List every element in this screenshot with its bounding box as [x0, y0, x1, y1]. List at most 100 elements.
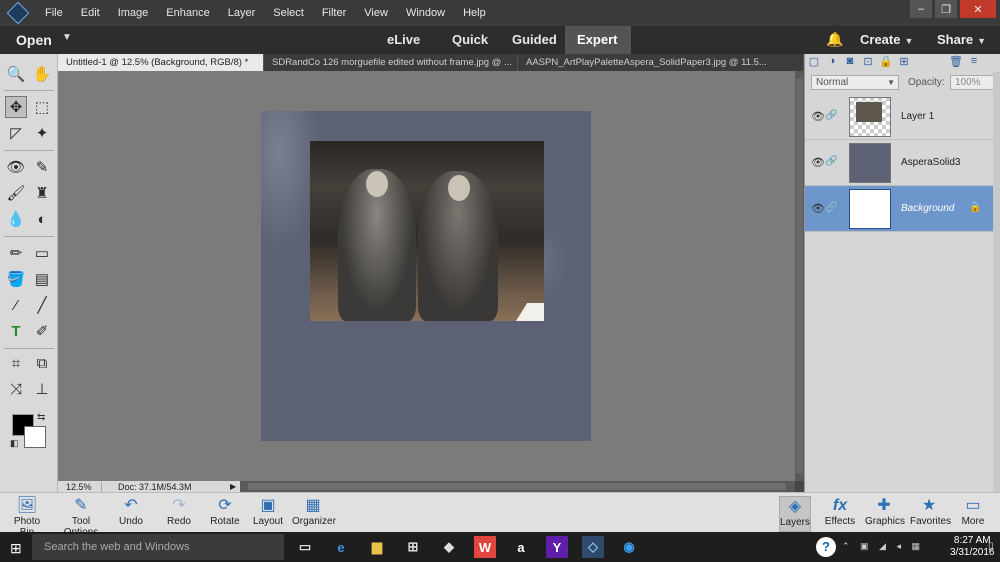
menu-file[interactable]: File	[36, 7, 72, 19]
edge-browser-icon[interactable]: e	[330, 536, 352, 558]
eraser-tool-icon[interactable]: ▭	[31, 242, 53, 264]
visibility-eye-icon[interactable]: 👁	[811, 202, 825, 215]
open-button[interactable]: Open	[16, 32, 52, 48]
favorites-button[interactable]: ★ Favorites	[910, 496, 951, 532]
photoshop-elements-taskbar-icon[interactable]: ◇	[582, 536, 604, 558]
canvas-area[interactable]	[58, 71, 795, 481]
layer-row-selected[interactable]: 👁 🔗 Background 🔒	[805, 186, 993, 232]
menu-help[interactable]: Help	[454, 7, 495, 19]
opacity-field[interactable]: 100%	[950, 75, 994, 90]
straighten-tool-icon[interactable]: ⊥	[31, 378, 53, 400]
spot-healing-icon[interactable]: ✎	[31, 156, 53, 178]
blur-tool-icon[interactable]: 💧	[5, 208, 27, 230]
layer-row[interactable]: 👁 🔗 AsperaSolid3	[805, 140, 993, 186]
menu-window[interactable]: Window	[397, 7, 454, 19]
lock-all-icon[interactable]: 🔒	[877, 55, 895, 71]
add-mask-icon[interactable]: ◙	[841, 55, 859, 71]
link-layers-icon[interactable]: ⊞	[895, 55, 913, 71]
brush-tool-icon[interactable]: ✏	[5, 242, 27, 264]
windows-start-icon[interactable]: ⊞	[10, 540, 22, 557]
adjustment-layer-icon[interactable]: ◑	[823, 55, 841, 71]
hand-tool-icon[interactable]: ✋	[31, 63, 53, 85]
graphics-button[interactable]: ✚ Graphics	[865, 496, 905, 532]
smart-brush-icon[interactable]: 🖌	[5, 182, 27, 204]
magic-wand-icon[interactable]: ✦	[31, 122, 53, 144]
minimize-button[interactable]: –	[910, 0, 932, 18]
undo-button[interactable]: ↶ Undo	[116, 496, 146, 532]
file-explorer-icon[interactable]: ▆	[366, 536, 388, 558]
gradient-tool-icon[interactable]: ▤	[31, 268, 53, 290]
status-menu-icon[interactable]: ▶	[230, 482, 240, 491]
layer-link-icon[interactable]: 🔗	[825, 202, 837, 213]
amazon-icon[interactable]: a	[510, 536, 532, 558]
clone-stamp-icon[interactable]: ♜	[31, 182, 53, 204]
blend-mode-select[interactable]: Normal ▼	[811, 75, 899, 90]
layer-row[interactable]: 👁 🔗 Layer 1	[805, 94, 993, 140]
visibility-eye-icon[interactable]: 👁	[811, 110, 825, 123]
red-eye-tool-icon[interactable]: 👁	[5, 156, 27, 178]
task-view-icon[interactable]: ▭	[294, 536, 316, 558]
mode-tab-expert[interactable]: Expert	[565, 26, 631, 54]
dropbox-icon[interactable]: ◆	[438, 536, 460, 558]
mode-tab-elive[interactable]: eLive	[375, 26, 432, 54]
layer-link-icon[interactable]: 🔗	[825, 156, 837, 167]
layer-lock-icon[interactable]: 🔒	[969, 202, 981, 213]
layers-button[interactable]: ◈ Layers	[779, 496, 811, 532]
sponge-tool-icon[interactable]: ◐	[31, 208, 53, 230]
yahoo-icon[interactable]: Y	[546, 536, 568, 558]
background-color-swatch[interactable]	[24, 426, 46, 448]
close-button[interactable]: ✕	[960, 0, 996, 18]
doc-tab-aspera[interactable]: AASPN_ArtPlayPaletteAspera_SolidPaper3.j…	[518, 54, 804, 71]
vertical-scroll-thumb[interactable]	[796, 79, 803, 473]
vertical-scrollbar[interactable]	[795, 71, 804, 481]
browser-icon[interactable]: ◉	[618, 536, 640, 558]
mode-tab-quick[interactable]: Quick	[440, 26, 500, 54]
doc-tab-morguefile[interactable]: SDRandCo 126 morguefile edited without f…	[264, 54, 518, 71]
crop-tool-icon[interactable]: ⌗	[5, 352, 27, 374]
pencil-tool-icon[interactable]: ✐	[31, 320, 53, 342]
line-tool-icon[interactable]: ╱	[31, 294, 53, 316]
swap-colors-icon[interactable]: ⇆	[37, 412, 45, 423]
redo-button[interactable]: ↷ Redo	[164, 496, 194, 532]
move-tool-icon[interactable]: ✥	[5, 96, 27, 118]
zoom-tool-icon[interactable]: 🔍	[5, 63, 27, 85]
store-icon[interactable]: ⊞	[402, 536, 424, 558]
visibility-eye-icon[interactable]: 👁	[811, 156, 825, 169]
organizer-button[interactable]: ▦ Organizer	[292, 496, 336, 532]
menu-filter[interactable]: Filter	[313, 7, 355, 19]
zoom-level[interactable]: 12.5%	[58, 481, 102, 492]
lasso-tool-icon[interactable]: ◸	[5, 122, 27, 144]
new-layer-icon[interactable]: ▢	[805, 55, 823, 71]
paint-bucket-icon[interactable]: 🪣	[5, 268, 27, 290]
help-icon[interactable]: ?	[816, 537, 836, 557]
type-tool-icon[interactable]: T	[5, 320, 27, 342]
wps-office-icon[interactable]: W	[474, 536, 496, 558]
effects-button[interactable]: fx Effects	[823, 496, 857, 532]
more-button[interactable]: ▭ More	[958, 496, 988, 532]
action-center-icon[interactable]: ▯	[988, 541, 994, 552]
horizontal-scrollbar[interactable]	[240, 481, 795, 492]
menu-select[interactable]: Select	[264, 7, 313, 19]
notification-bell-icon[interactable]: 🔔	[826, 31, 843, 47]
menu-view[interactable]: View	[355, 7, 397, 19]
delete-layer-icon[interactable]: 🗑	[947, 55, 965, 71]
doc-tab-untitled[interactable]: Untitled-1 @ 12.5% (Background, RGB/8) *	[58, 54, 264, 71]
restore-button[interactable]: ❐	[935, 0, 957, 18]
mode-tab-guided[interactable]: Guided	[500, 26, 569, 54]
panel-menu-icon[interactable]: ≡	[965, 55, 983, 71]
tool-options-button[interactable]: ✎Tool Options	[54, 496, 108, 538]
panel-scrollbar[interactable]	[993, 72, 1000, 492]
marquee-tool-icon[interactable]: ⬚	[31, 96, 53, 118]
system-tray-icons[interactable]: ⌃ ▣ ◢ ◂ ▦	[842, 541, 924, 552]
lock-transparent-icon[interactable]: ⊡	[859, 55, 877, 71]
menu-enhance[interactable]: Enhance	[157, 7, 218, 19]
recompose-tool-icon[interactable]: ⧉	[31, 352, 53, 374]
eyedropper-icon[interactable]: ⁄	[5, 294, 27, 316]
menu-edit[interactable]: Edit	[72, 7, 109, 19]
layout-button[interactable]: ▣ Layout	[253, 496, 283, 532]
default-colors-icon[interactable]: ◧	[10, 438, 19, 449]
layer-link-icon[interactable]: 🔗	[825, 110, 837, 121]
content-move-icon[interactable]: ⤨	[5, 378, 27, 400]
share-button[interactable]: Share ▼	[937, 32, 986, 47]
rotate-button[interactable]: ⟳ Rotate	[208, 496, 242, 532]
